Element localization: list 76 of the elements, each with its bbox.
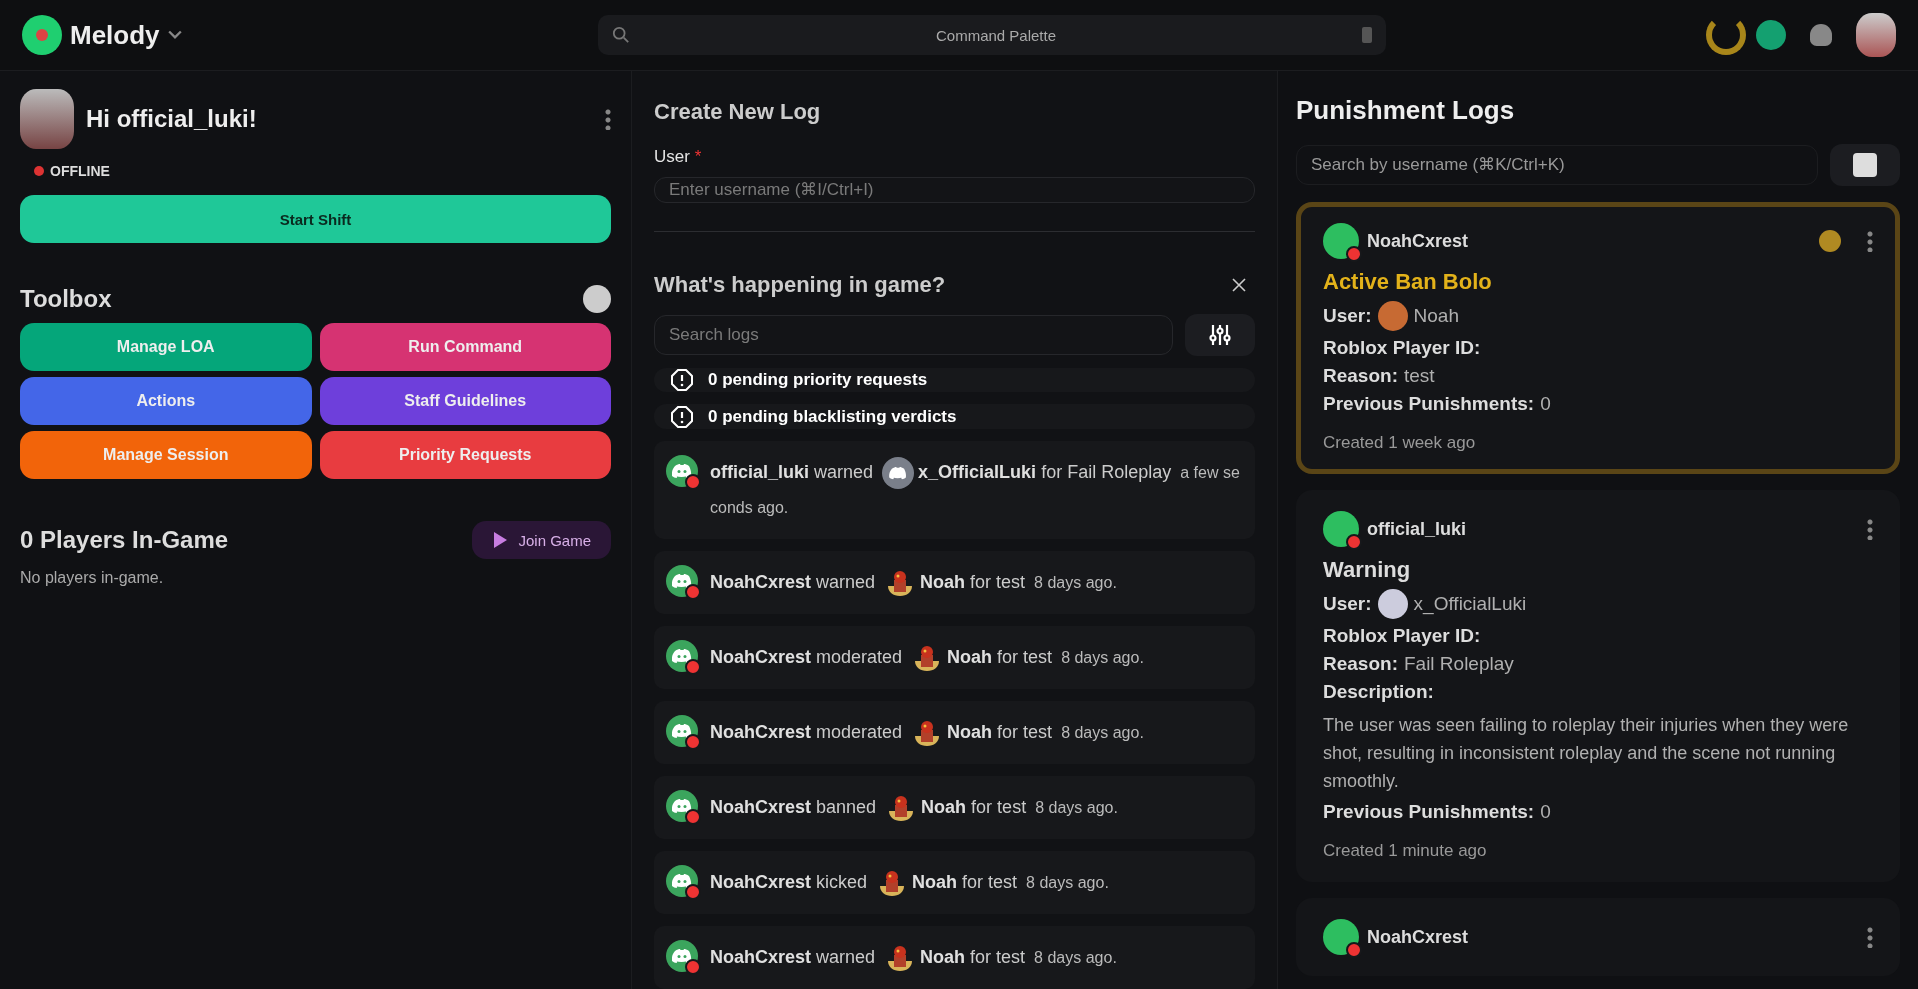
user-avatar <box>20 89 74 149</box>
more-icon[interactable] <box>605 108 611 130</box>
alert-icon <box>670 404 694 429</box>
start-shift-button[interactable]: Start Shift <box>20 195 611 243</box>
empty-message: No players in-game. <box>20 569 165 587</box>
play-icon <box>492 531 509 549</box>
user-avatar[interactable] <box>1856 13 1896 57</box>
punishment-type: Active Ban Bolo <box>1323 269 1493 295</box>
section-title: Toolbox <box>20 285 112 313</box>
username-input[interactable]: Enter username (⌘I/Ctrl+I) <box>654 177 1255 203</box>
field-row-text: Previous Punishments: 0 <box>1323 801 1552 823</box>
panel-title: What's happening in game? <box>654 271 946 298</box>
author-name: NoahCxrest <box>1367 230 1469 252</box>
sliders-icon <box>1209 322 1231 347</box>
greeting: Hi official_luki! <box>86 105 258 133</box>
timestamp: Created 1 minute ago <box>1323 841 1488 861</box>
discord-avatar-icon <box>666 865 698 897</box>
log-entry: NoahCxrest moderated Noah for test 8 days ago. <box>654 626 1255 689</box>
section-title: 0 Players In-Game <box>20 526 229 554</box>
search-icon <box>612 26 630 44</box>
workspace-name[interactable]: Melody <box>70 19 160 51</box>
discord-avatar-icon <box>666 715 698 747</box>
log-entry: NoahCxrest warned Noah for test 8 days ago. <box>654 551 1255 614</box>
log-entry: NoahCxrest warned Noah for test 8 days ago. <box>654 926 1255 989</box>
author-name: NoahCxrest <box>1367 926 1469 948</box>
more-icon[interactable] <box>1867 230 1873 252</box>
discord-avatar-icon <box>882 457 915 490</box>
panel-title: Punishment Logs <box>1296 95 1516 126</box>
alert-icon <box>670 367 694 392</box>
field-row-text: Roblox Player ID: <box>1323 337 1482 359</box>
description-text: The user was seen failing to roleplay their injuries when they were shot, resulting in inconsistent roleplay and the scene not running smoothly. <box>1323 714 1850 793</box>
more-icon[interactable] <box>1867 926 1873 948</box>
user-avatar <box>1377 301 1408 331</box>
notice-banner[interactable]: 0 pending priority requests <box>654 367 1255 393</box>
logo-icon <box>22 15 62 55</box>
field-row: User: x_OfficialLuki <box>1323 589 1873 619</box>
status-label: OFFLINE <box>34 163 611 179</box>
user-avatar <box>1323 223 1359 259</box>
toolbox-button[interactable]: Actions <box>20 377 312 425</box>
author-name: official_luki <box>1367 518 1467 540</box>
discord-avatar-icon <box>666 940 698 972</box>
field-row-text: Reason: test <box>1323 365 1436 387</box>
toolbox-button[interactable]: Priority Requests <box>319 431 611 479</box>
discord-avatar-icon <box>666 455 698 487</box>
field-row-text: Description: <box>1323 681 1435 703</box>
search-field[interactable]: Search logs <box>654 314 1173 355</box>
toolbox-button[interactable]: Staff Guidelines <box>319 377 611 425</box>
settings-icon[interactable] <box>583 285 611 313</box>
user-avatar <box>1377 589 1408 619</box>
discord-avatar-icon <box>666 565 698 597</box>
punishment-type: Warning <box>1323 557 1412 583</box>
log-entry: NoahCxrest moderated Noah for test 8 days ago. <box>654 701 1255 764</box>
filter-button[interactable] <box>1185 313 1255 356</box>
field-row-text: Previous Punishments: 0 <box>1323 393 1552 415</box>
log-entry: NoahCxrest kicked Noah for test 8 days ago. <box>654 851 1255 914</box>
log-entry: official_luki warned x_OfficialLuki for Fail Roleplay a few seconds ago. <box>654 441 1255 539</box>
join-game-button[interactable]: Join Game <box>472 521 611 559</box>
timestamp: Created 1 week ago <box>1323 433 1477 453</box>
log-entry: NoahCxrest banned Noah for test 8 days ago. <box>654 776 1255 839</box>
field-row-text: Reason: Fail Roleplay <box>1323 653 1515 675</box>
more-icon[interactable] <box>1867 518 1873 540</box>
close-icon[interactable] <box>1231 276 1247 293</box>
field-row: User: Noah <box>1323 301 1873 331</box>
chevron-down-icon[interactable] <box>167 30 182 40</box>
field-row-text: Roblox Player ID: <box>1323 625 1482 647</box>
filter-button[interactable] <box>1830 144 1900 186</box>
discord-avatar-icon <box>666 640 698 672</box>
command-palette[interactable]: Command Palette <box>598 15 1386 55</box>
notice-banner[interactable]: 0 pending blacklisting verdicts <box>654 404 1255 429</box>
field-label: User * <box>654 147 703 167</box>
panel-title: Create New Log <box>654 99 822 125</box>
toolbox-button[interactable]: Run Command <box>319 323 611 371</box>
discord-avatar-icon <box>666 790 698 822</box>
user-avatar <box>1323 919 1359 955</box>
user-avatar <box>1323 511 1359 547</box>
search-field[interactable]: Search by username (⌘K/Ctrl+K) <box>1296 145 1818 185</box>
